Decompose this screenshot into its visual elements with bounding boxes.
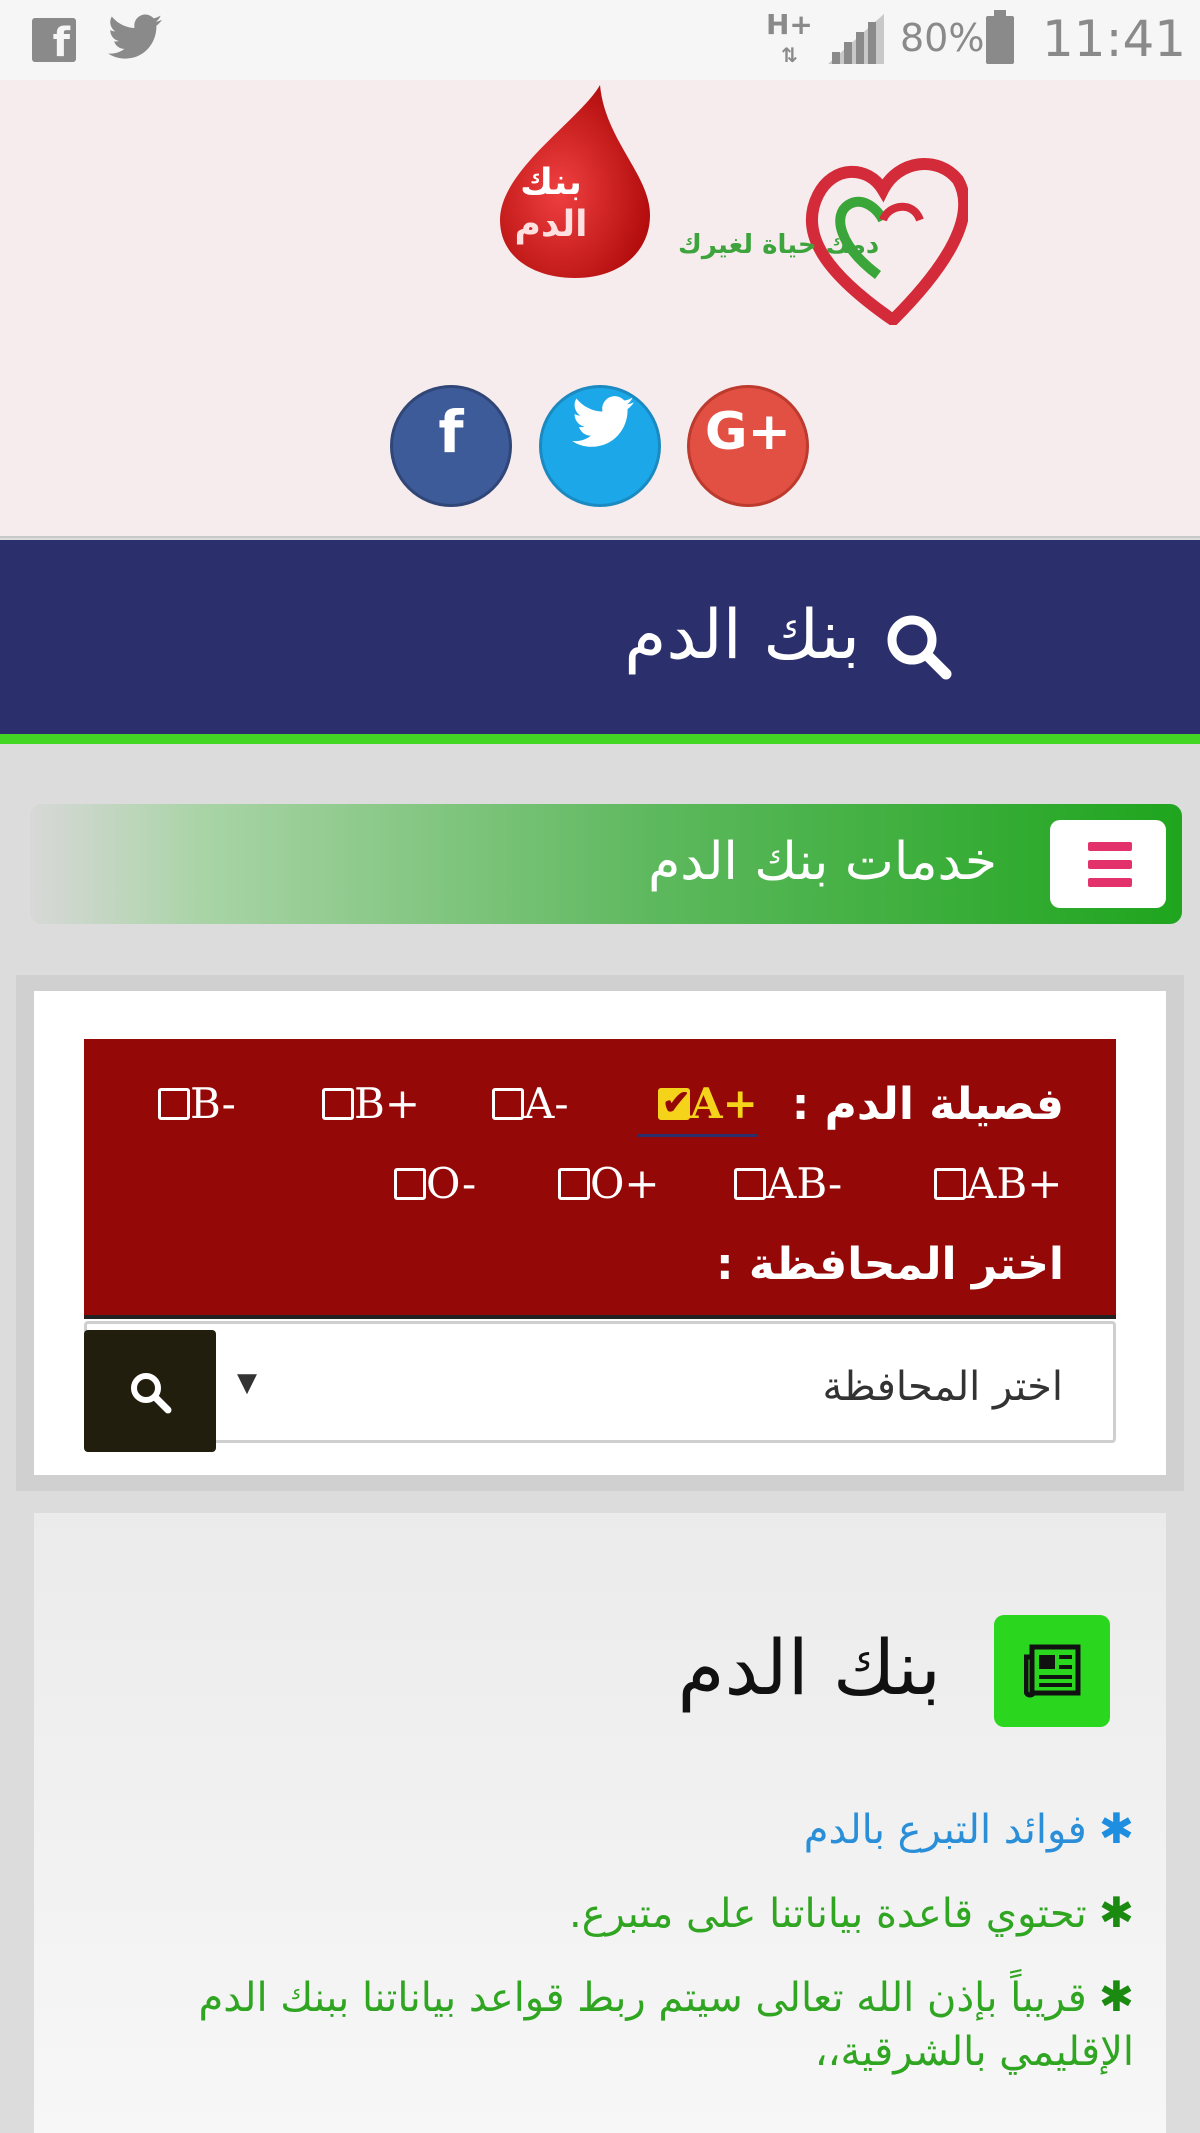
- network-indicator: H+ ⇅: [766, 8, 813, 68]
- info-list: ✱فوائد التبرع بالدم ✱تحتوي قاعدة بياناتن…: [74, 1803, 1134, 2109]
- list-item: ✱قريباً بإذن الله تعالى سيتم ربط قواعد ب…: [198, 1972, 1134, 2075]
- blood-type-a-pos[interactable]: A+: [638, 1079, 758, 1137]
- search-filter-card: فصيلة الدم : A+ A- B+ B- AB+ AB- O+ O- ا…: [16, 975, 1184, 1491]
- search-icon[interactable]: [882, 610, 954, 682]
- checkbox-icon: [658, 1083, 691, 1123]
- battery-percent: 80%: [900, 16, 985, 60]
- signal-icon: [828, 14, 884, 64]
- heart-logo: [805, 158, 968, 325]
- logo-text: بنك الدم: [514, 162, 588, 245]
- governorate-label: اختر المحافظة :: [715, 1239, 1064, 1290]
- facebook-icon: f: [32, 18, 76, 66]
- status-bar: f H+ ⇅ 80% 11:41: [0, 0, 1200, 80]
- newspaper-icon: [994, 1615, 1110, 1727]
- services-banner[interactable]: خدمات بنك الدم: [30, 804, 1182, 924]
- section-title: بنك الدم: [677, 1623, 941, 1712]
- title-bar: بنك الدم: [0, 540, 1200, 744]
- twitter-share-button[interactable]: [539, 385, 661, 507]
- governorate-select[interactable]: اختر المحافظة ▼: [84, 1321, 1116, 1452]
- list-item-link[interactable]: ✱فوائد التبرع بالدم: [74, 1803, 1134, 1857]
- search-button[interactable]: [84, 1330, 216, 1452]
- clock: 11:41: [1042, 10, 1187, 68]
- twitter-icon: [572, 396, 634, 447]
- site-header: بنك الدم دمك حياة لغيرك f G+: [0, 80, 1200, 538]
- asterisk-icon: ✱: [1098, 1888, 1134, 1937]
- blood-type-o-pos[interactable]: O+: [538, 1159, 660, 1208]
- battery-icon: [986, 10, 1014, 64]
- asterisk-icon: ✱: [1098, 1804, 1134, 1853]
- blood-type-o-neg[interactable]: O-: [374, 1159, 476, 1208]
- blood-type-ab-pos[interactable]: AB+: [914, 1159, 1062, 1208]
- chevron-down-icon: ▼: [237, 1368, 257, 1398]
- page-title: بنك الدم: [624, 596, 860, 675]
- search-icon: [131, 1373, 172, 1414]
- facebook-icon: f: [438, 398, 464, 466]
- blood-type-ab-neg[interactable]: AB-: [714, 1159, 842, 1208]
- twitter-icon: [108, 14, 162, 71]
- tagline: دمك حياة لغيرك: [678, 230, 880, 260]
- google-plus-icon: G+: [704, 402, 792, 462]
- list-item: ✱تحتوي قاعدة بياناتنا على متبرع.: [569, 1888, 1134, 1937]
- google-plus-share-button[interactable]: G+: [687, 385, 809, 507]
- menu-button[interactable]: [1050, 820, 1166, 908]
- blood-bank-card: بنك الدم ✱فوائد التبرع بالدم ✱تحتوي قاعد…: [34, 1513, 1166, 2133]
- facebook-share-button[interactable]: f: [390, 385, 512, 507]
- governorate-select-value: اختر المحافظة: [822, 1364, 1063, 1410]
- blood-type-panel: فصيلة الدم : A+ A- B+ B- AB+ AB- O+ O- ا…: [84, 1039, 1116, 1319]
- blood-type-b-pos[interactable]: B+: [302, 1079, 420, 1128]
- search-filter-inner: فصيلة الدم : A+ A- B+ B- AB+ AB- O+ O- ا…: [34, 991, 1166, 1475]
- blood-type-label: فصيلة الدم :: [791, 1079, 1064, 1130]
- asterisk-icon: ✱: [1098, 1972, 1134, 2021]
- blood-type-b-neg[interactable]: B-: [138, 1079, 236, 1128]
- blood-type-a-neg[interactable]: A-: [472, 1079, 569, 1128]
- services-label: خدمات بنك الدم: [648, 832, 997, 892]
